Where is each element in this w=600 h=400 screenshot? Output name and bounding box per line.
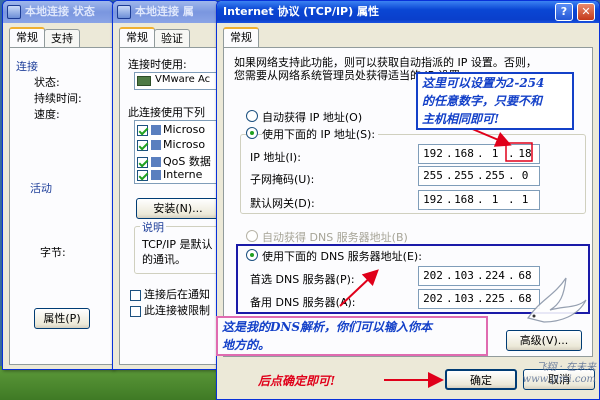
auto-dns-label[interactable]: 自动获得 DNS 服务器地址(B) bbox=[262, 229, 408, 245]
subnet-mask-input[interactable]: 255. 255. 255. 0 bbox=[418, 166, 540, 186]
activity-group-label: 活动 bbox=[30, 182, 52, 195]
help-icon: ? bbox=[560, 5, 568, 18]
list-item[interactable]: Interne bbox=[137, 168, 202, 181]
connect-using-label: 连接时使用: bbox=[128, 58, 187, 71]
connection-properties-window: 本地连接 属 常规 验证 连接时使用: VMware Ac 此连接使用下列 Mic… bbox=[112, 0, 220, 370]
checkbox[interactable] bbox=[137, 169, 148, 181]
description-text: TCP/IP 是默认 bbox=[142, 238, 213, 251]
adapter-field: VMware Ac bbox=[134, 72, 219, 90]
list-item[interactable]: Microso bbox=[137, 123, 205, 136]
connection-group-label: 连接 bbox=[16, 60, 38, 73]
properties-window-title: 本地连接 属 bbox=[135, 5, 194, 18]
ip-annotation-line1: 这里可以设置为2-254 bbox=[422, 76, 545, 90]
checkbox[interactable] bbox=[137, 156, 148, 168]
alternate-dns-label: 备用 DNS 服务器(A): bbox=[250, 296, 356, 309]
component-icon bbox=[151, 140, 161, 150]
dialog-title: Internet 协议 (TCP/IP) 属性 bbox=[223, 5, 379, 18]
limited-checkbox[interactable] bbox=[130, 305, 141, 317]
preferred-dns-label: 首选 DNS 服务器(P): bbox=[250, 273, 355, 286]
install-button[interactable]: 安装(N)... bbox=[136, 198, 219, 219]
component-icon bbox=[151, 170, 161, 180]
status-window-title: 本地连接 状态 bbox=[25, 5, 95, 18]
dialog-titlebar[interactable]: Internet 协议 (TCP/IP) 属性 ? ✕ bbox=[217, 1, 599, 23]
ip-annotation-line3: 主机相同即可! bbox=[422, 112, 500, 126]
list-item[interactable]: Microso bbox=[137, 138, 205, 151]
alternate-dns-input[interactable]: 202. 103. 225. 68 bbox=[418, 289, 540, 309]
tab-general[interactable]: 常规 bbox=[9, 27, 45, 48]
ip-address-input[interactable]: 192. 168. 1. 18 bbox=[418, 144, 540, 164]
properties-button[interactable]: 属性(P) bbox=[34, 308, 90, 329]
description-label: 说明 bbox=[140, 219, 166, 235]
ip-annotation-box: 这里可以设置为2-254 的任意数字，只要不和 主机相同即可! bbox=[416, 72, 574, 130]
status-window-titlebar[interactable]: 本地连接 状态 bbox=[3, 1, 113, 23]
subnet-mask-label: 子网掩码(U): bbox=[250, 173, 315, 186]
status-window: 本地连接 状态 常规 支持 连接 状态: 持续时间: 速度: 活动 字节: 属性(… bbox=[2, 0, 114, 370]
auto-ip-label[interactable]: 自动获得 IP 地址(O) bbox=[262, 109, 362, 125]
use-ip-radio[interactable] bbox=[246, 127, 258, 139]
tab-general[interactable]: 常规 bbox=[223, 27, 259, 48]
adapter-icon bbox=[137, 76, 151, 86]
dns-annotation-box: 这是我的DNS解析，你们可以输入你本 地方的。 bbox=[216, 316, 488, 356]
watermark-slogan: 飞翔 · 在未来 bbox=[536, 362, 596, 373]
tab-support[interactable]: 支持 bbox=[44, 29, 80, 48]
preferred-dns-input[interactable]: 202. 103. 224. 68 bbox=[418, 266, 540, 286]
close-icon: ✕ bbox=[581, 5, 591, 18]
properties-window-titlebar[interactable]: 本地连接 属 bbox=[113, 1, 219, 23]
components-list[interactable]: Microso Microso QoS 数据 Interne bbox=[134, 120, 219, 184]
watermark-text: 飞翔 · 在未来 www.yimi.com bbox=[488, 362, 596, 386]
notify-checkbox[interactable] bbox=[130, 289, 141, 301]
adapter-name: VMware Ac bbox=[155, 74, 211, 85]
limited-checkbox-row[interactable]: 此连接被限制 bbox=[130, 302, 210, 318]
status-label: 状态: bbox=[34, 76, 60, 89]
tab-general[interactable]: 常规 bbox=[119, 27, 155, 48]
ip-annotation-line2: 的任意数字，只要不和 bbox=[422, 94, 543, 108]
items-label: 此连接使用下列 bbox=[128, 106, 205, 119]
ip-address-label: IP 地址(I): bbox=[250, 151, 301, 164]
use-ip-label[interactable]: 使用下面的 IP 地址(S): bbox=[262, 126, 379, 142]
description-text-2: 的通讯。 bbox=[142, 253, 186, 266]
list-item[interactable]: QoS 数据 bbox=[137, 153, 211, 169]
network-icon bbox=[7, 5, 21, 19]
bytes-label: 字节: bbox=[40, 246, 66, 259]
speed-label: 速度: bbox=[34, 108, 60, 121]
checkbox[interactable] bbox=[137, 124, 148, 136]
checkbox[interactable] bbox=[137, 139, 148, 151]
auto-dns-radio[interactable] bbox=[246, 230, 258, 242]
notify-checkbox-row[interactable]: 连接后在通知 bbox=[130, 286, 210, 302]
network-icon bbox=[117, 5, 131, 19]
use-dns-label[interactable]: 使用下面的 DNS 服务器地址(E): bbox=[262, 248, 422, 264]
dns-annotation-line2: 地方的。 bbox=[222, 338, 271, 352]
component-icon bbox=[151, 157, 161, 167]
advanced-button[interactable]: 高级(V)... bbox=[506, 330, 582, 351]
dns-annotation-line1: 这是我的DNS解析，你们可以输入你本 bbox=[222, 320, 433, 334]
use-dns-radio[interactable] bbox=[246, 249, 258, 261]
tab-authentication[interactable]: 验证 bbox=[154, 29, 190, 48]
ok-annotation: 后点确定即可! bbox=[258, 374, 336, 388]
status-panel: 连接 状态: 持续时间: 速度: 活动 字节: 属性(P) bbox=[9, 47, 113, 365]
close-button[interactable]: ✕ bbox=[577, 3, 595, 21]
component-icon bbox=[151, 125, 161, 135]
duration-label: 持续时间: bbox=[34, 92, 82, 105]
watermark-url: www.yimi.com bbox=[522, 374, 596, 385]
help-button[interactable]: ? bbox=[555, 3, 573, 21]
gateway-input[interactable]: 192. 168. 1. 1 bbox=[418, 190, 540, 210]
gateway-label: 默认网关(D): bbox=[250, 197, 315, 210]
auto-ip-radio[interactable] bbox=[246, 110, 258, 122]
properties-panel: 连接时使用: VMware Ac 此连接使用下列 Microso Microso… bbox=[119, 47, 219, 365]
